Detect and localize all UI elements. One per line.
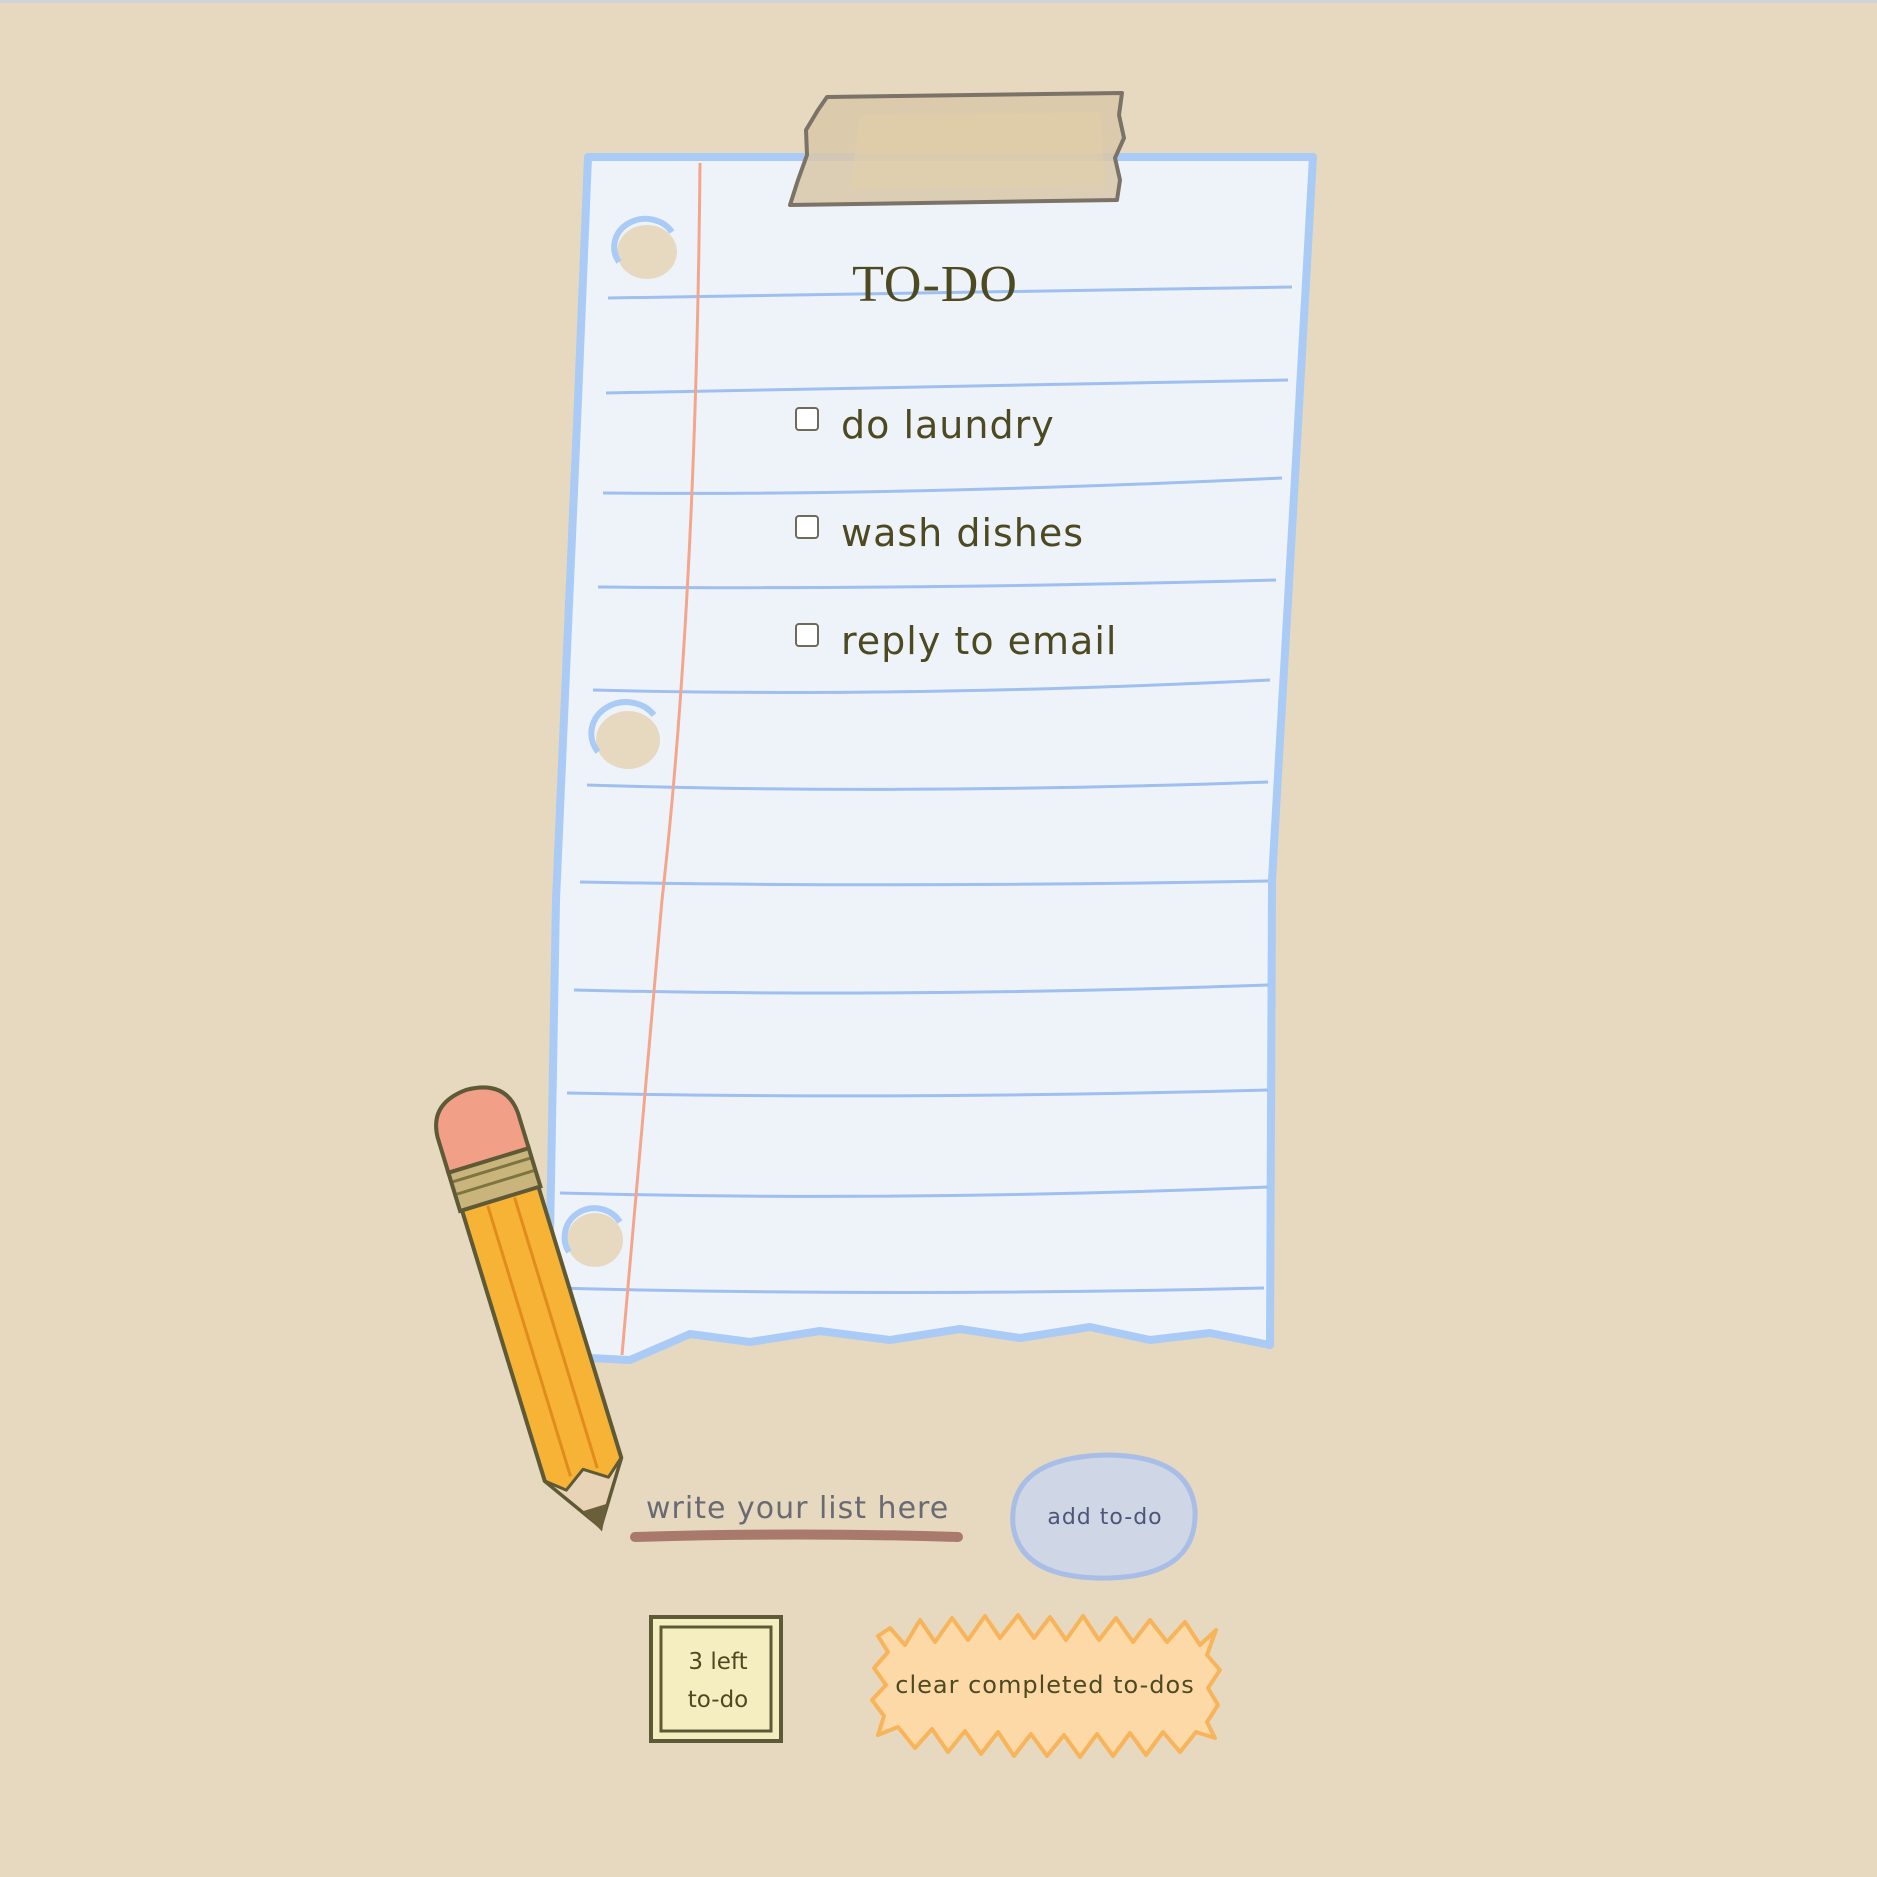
- todo-list: do laundry wash dishes reply to email: [795, 365, 1295, 689]
- todo-checkbox[interactable]: [795, 515, 819, 539]
- todo-checkbox[interactable]: [795, 623, 819, 647]
- todo-text: do laundry: [841, 403, 1055, 447]
- todo-text: wash dishes: [841, 511, 1085, 555]
- add-todo-button[interactable]: add to-do: [1013, 1455, 1197, 1579]
- tape-icon: [788, 91, 1126, 207]
- counter-line-1: 3 left: [688, 1649, 748, 1675]
- list-item[interactable]: reply to email: [795, 581, 1295, 689]
- todo-text: reply to email: [841, 619, 1118, 663]
- remaining-counter: 3 left to-do: [655, 1622, 781, 1740]
- clear-completed-button[interactable]: clear completed to-dos: [880, 1625, 1210, 1745]
- list-item[interactable]: do laundry: [795, 365, 1295, 473]
- page-title: TO-DO: [852, 256, 1018, 313]
- app-stage: TO-DO do laundry wash dishes reply to em…: [0, 0, 1877, 1877]
- todo-input[interactable]: [640, 1480, 972, 1536]
- counter-line-2: to-do: [687, 1687, 749, 1713]
- list-item[interactable]: wash dishes: [795, 473, 1295, 581]
- todo-checkbox[interactable]: [795, 407, 819, 431]
- paper-sheet: [544, 153, 1317, 1364]
